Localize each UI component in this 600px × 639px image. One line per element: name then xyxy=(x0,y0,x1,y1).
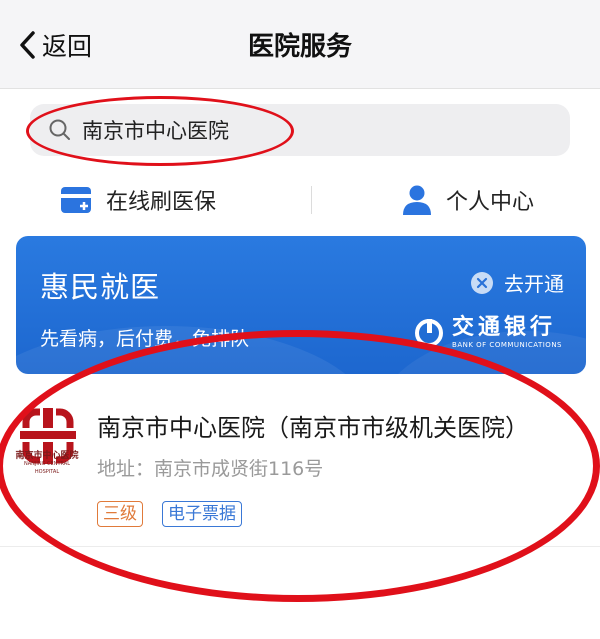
huimin-banner[interactable]: 惠民就医 去开通 先看病，后付费，免排队 交通银行 BANK OF COMMUN… xyxy=(16,236,586,374)
e-receipt-badge: 电子票据 xyxy=(162,501,242,527)
level-badge: 三级 xyxy=(97,501,143,527)
open-service-button[interactable]: 去开通 xyxy=(470,268,564,297)
page-title: 医院服务 xyxy=(247,32,352,62)
hospital-logo-english: NANJING CENTRAL HOSPITAL xyxy=(24,461,70,475)
divider xyxy=(311,186,312,214)
bocom-logo-icon xyxy=(415,319,444,347)
search-input[interactable]: 南京市中心医院 xyxy=(82,115,229,145)
bank-english-name: BANK OF COMMUNICATIONS xyxy=(452,341,562,349)
hospital-logo-text: 南京市中心医院 NANJING CENTRAL HOSPITAL xyxy=(14,452,80,476)
personal-center-label: 个人中心 xyxy=(446,190,535,215)
online-insurance-button[interactable]: 在线刷医保 xyxy=(60,180,216,220)
user-icon xyxy=(403,185,431,215)
search-bar[interactable]: 南京市中心医院 xyxy=(30,104,570,156)
close-circle-icon xyxy=(471,271,493,294)
bank-text: 交通银行 BANK OF COMMUNICATIONS xyxy=(452,316,562,350)
quick-actions: 在线刷医保 个人中心 xyxy=(0,172,600,228)
search-icon xyxy=(49,119,70,140)
online-insurance-label: 在线刷医保 xyxy=(106,190,217,215)
hospital-name: 南京市中心医院（南京市市级机关医院） xyxy=(97,414,529,442)
open-service-label: 去开通 xyxy=(504,272,564,296)
bank-logo: 交通银行 BANK OF COMMUNICATIONS xyxy=(414,316,562,350)
hospital-logo-name: 南京市中心医院 xyxy=(15,451,79,461)
banner-subtitle: 先看病，后付费，免排队 xyxy=(40,328,250,350)
banner-title: 惠民就医 xyxy=(40,270,161,304)
hospital-address: 地址：南京市成贤街116号 xyxy=(97,458,324,480)
card-icon xyxy=(61,187,91,213)
personal-center-button[interactable]: 个人中心 xyxy=(402,180,534,220)
bank-name: 交通银行 xyxy=(452,315,557,340)
hospital-list-item[interactable]: 南京市中心医院 NANJING CENTRAL HOSPITAL 南京市中心医院… xyxy=(0,392,600,547)
navigation-bar: 返回 医院服务 xyxy=(0,0,600,89)
